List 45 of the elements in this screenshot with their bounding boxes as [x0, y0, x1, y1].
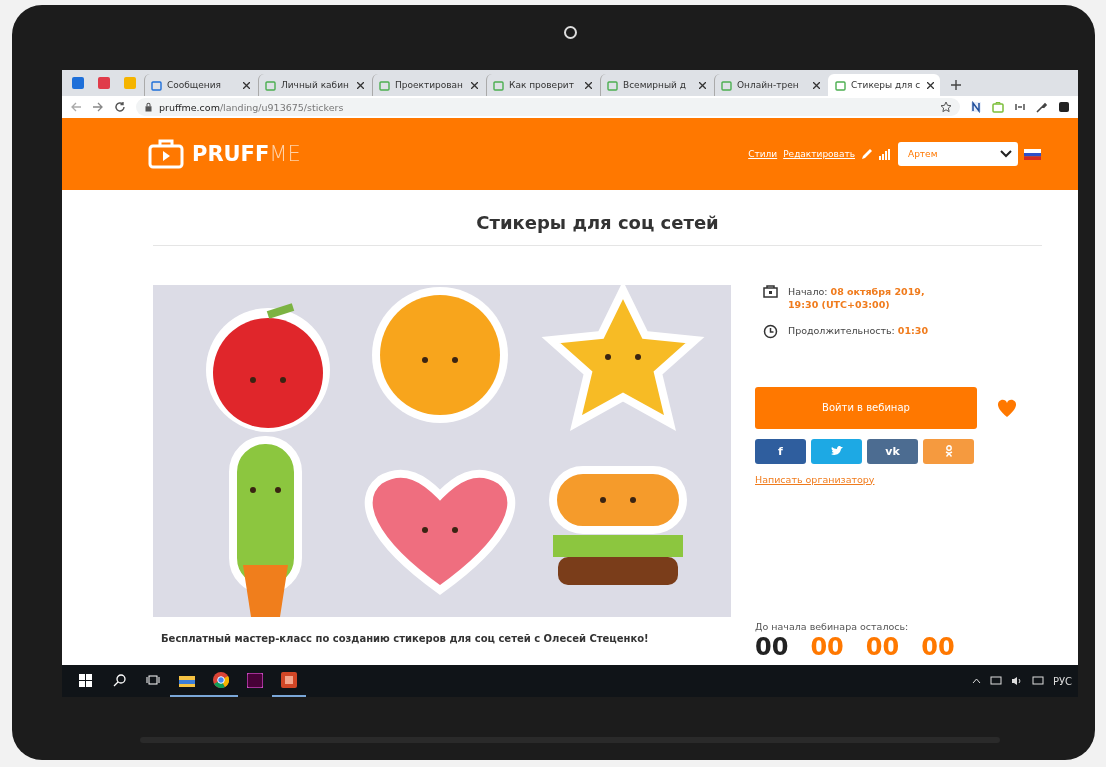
- countdown-digits: 00: [810, 634, 844, 660]
- bar-chart-icon[interactable]: [879, 148, 890, 160]
- reload-icon[interactable]: [114, 101, 126, 113]
- flag-icon[interactable]: [1024, 148, 1041, 160]
- heart-icon[interactable]: [997, 398, 1017, 417]
- bird-icon: [830, 446, 843, 457]
- chevron-up-icon[interactable]: [971, 678, 981, 684]
- calendar-icon: [763, 285, 778, 298]
- facebook-button[interactable]: f: [755, 438, 806, 464]
- page-title: Стикеры для соц сетей: [153, 190, 1042, 246]
- extension-icon[interactable]: [970, 101, 982, 113]
- pencil-icon[interactable]: [861, 148, 873, 160]
- lock-icon: [144, 102, 153, 112]
- url-text: pruffme.com/landing/u913675/stickers: [159, 101, 344, 113]
- eyedropper-icon[interactable]: [1036, 101, 1048, 113]
- close-icon[interactable]: [243, 81, 250, 89]
- twitter-button[interactable]: [811, 438, 862, 464]
- forward-icon[interactable]: [92, 101, 104, 113]
- browser-tab[interactable]: Стикеры для с: [828, 74, 940, 96]
- close-icon[interactable]: [927, 81, 934, 89]
- address-bar[interactable]: pruffme.com/landing/u913675/stickers: [136, 98, 960, 116]
- camera-icon: [563, 26, 577, 39]
- language-indicator[interactable]: РУС: [1052, 675, 1072, 687]
- start-time-text: Начало: 08 октября 2019, 19:30 (UTC+03:00): [788, 285, 926, 312]
- close-icon[interactable]: [813, 81, 820, 89]
- star-icon[interactable]: [940, 101, 952, 113]
- countdown-label: До начала вебинара осталось:: [755, 620, 910, 632]
- extension-icon[interactable]: [1058, 101, 1070, 113]
- close-icon[interactable]: [357, 81, 364, 89]
- chevron-icon: [1000, 150, 1012, 158]
- person-icon: [944, 445, 953, 458]
- volume-icon[interactable]: [1010, 676, 1023, 686]
- countdown-digits: 00: [755, 634, 789, 660]
- plus-icon[interactable]: [950, 79, 962, 91]
- vk-button[interactable]: vk: [867, 438, 918, 464]
- duration-text: Продолжительность: 01:30: [788, 323, 930, 338]
- event-description: Бесплатный мастер-класс по созданию стикеров для соц сетей с Олесей Стеценко!: [161, 633, 650, 644]
- countdown-digits: 00: [865, 634, 900, 660]
- logo-text: PRUFFME: [192, 142, 301, 166]
- clock-icon: [763, 323, 778, 339]
- countdown-digits: 00: [921, 634, 955, 660]
- close-icon[interactable]: [699, 81, 706, 89]
- close-icon[interactable]: [585, 81, 592, 89]
- close-icon[interactable]: [471, 81, 478, 89]
- briefcase-play-icon: [148, 139, 184, 169]
